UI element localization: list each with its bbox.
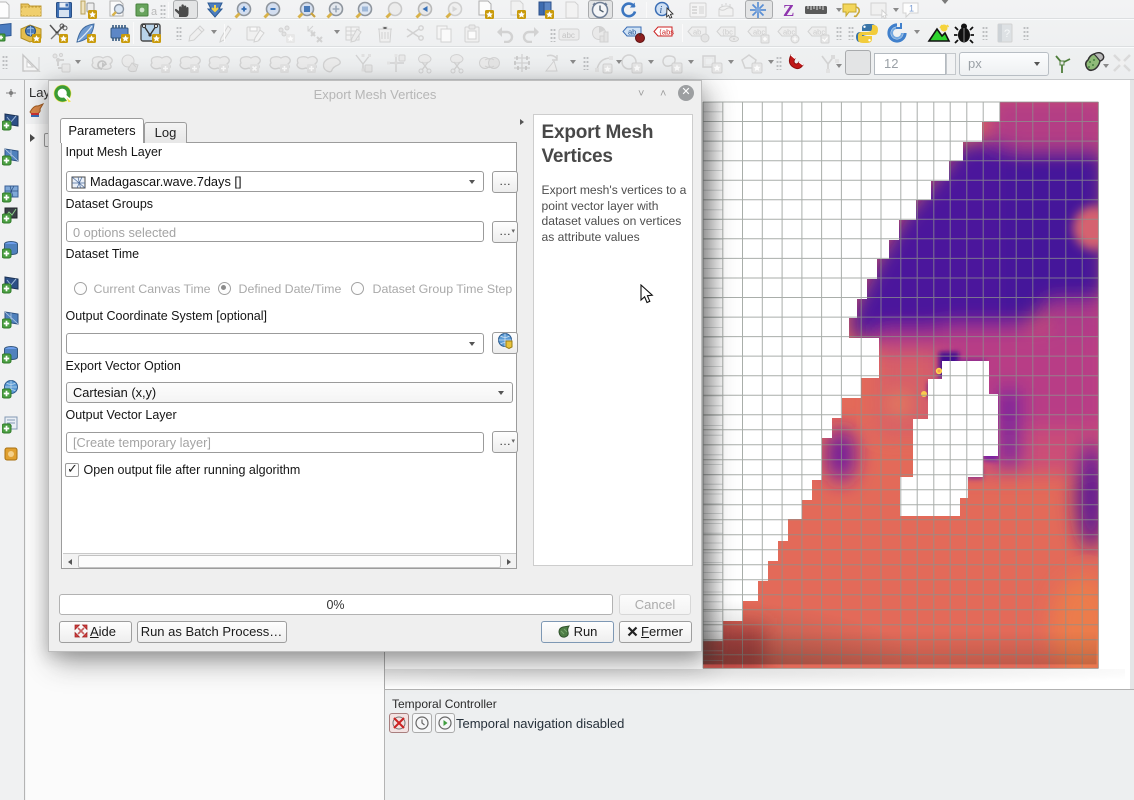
svg-text:⟨bc: ⟨bc (722, 28, 733, 37)
svg-text:⟨abs: ⟨abs (659, 28, 674, 37)
svg-text:Z: Z (783, 1, 794, 20)
svg-text:1: 1 (909, 4, 914, 14)
svg-text:i: i (660, 5, 663, 16)
svg-text:abc: abc (562, 31, 575, 40)
svg-text:ab: ab (628, 28, 636, 37)
svg-text:?: ? (1004, 28, 1010, 40)
svg-text:ab: ab (693, 28, 701, 37)
svg-text:a: a (151, 6, 158, 18)
